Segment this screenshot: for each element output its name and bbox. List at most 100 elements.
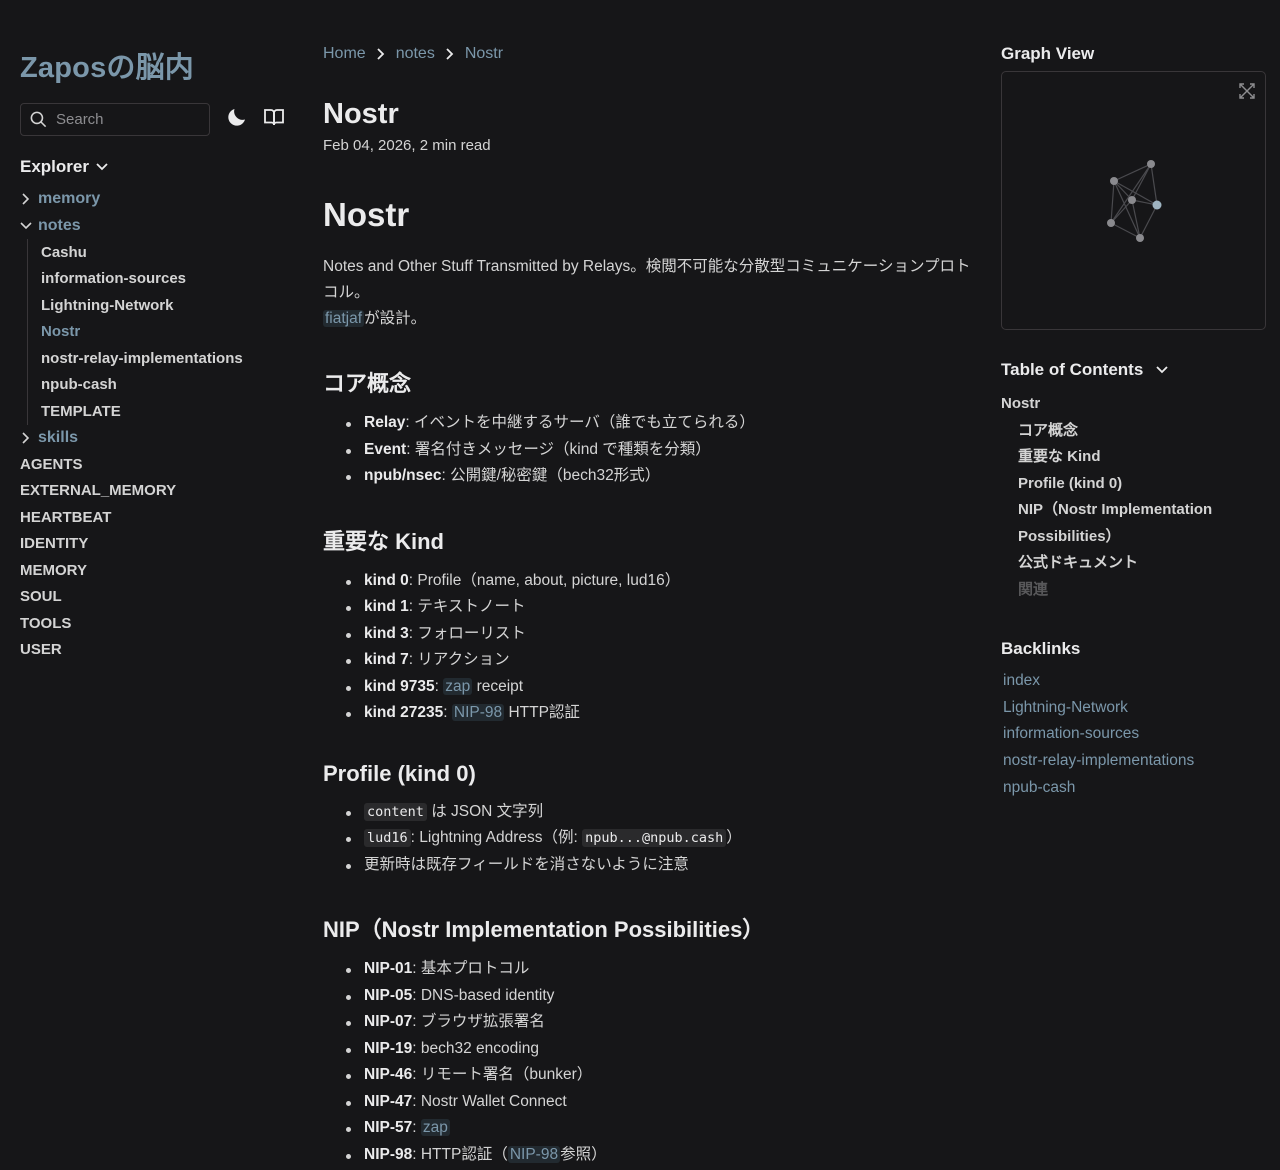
breadcrumb-notes[interactable]: notes [396,45,435,63]
item-text: は JSON 文字列 [426,802,544,820]
list-item: Event: 署名付きメッセージ（kind で種類を分類） [323,437,973,464]
article-heading: Nostr [323,196,410,233]
expand-icon[interactable] [1237,81,1257,101]
item-term: Event [364,440,407,458]
item-term: NIP-05 [364,986,413,1004]
item-term: kind 7 [364,651,409,668]
site-title[interactable]: Zaposの脳内 [20,44,194,86]
file-information-sources[interactable]: information-sources [41,266,290,293]
toc-item[interactable]: Profile (kind 0) [1001,471,1251,498]
backlink-item[interactable]: Lightning-Network [1003,695,1194,722]
list-item: NIP-05: DNS-based identity [323,983,973,1010]
item-text: : 署名付きメッセージ（kind で種類を分類） [406,440,711,458]
code-content: content [364,802,427,821]
toc-item[interactable]: コア概念 [1001,418,1251,445]
fiatjaf-link[interactable]: fiatjaf [323,310,365,327]
nip-98-link[interactable]: NIP-98 [507,1145,561,1163]
toc-item[interactable]: 公式ドキュメント [1001,550,1251,577]
backlinks-list: index Lightning-Network information-sour… [1003,668,1194,802]
graph-node [1147,160,1155,168]
item-text: : [434,677,444,695]
file-npub-cash[interactable]: npub-cash [41,372,290,399]
file-soul[interactable]: SOUL [20,584,290,611]
file-external-memory[interactable]: EXTERNAL_MEMORY [20,478,290,505]
file-user[interactable]: USER [20,637,290,664]
intro-suffix: が設計。 [364,310,427,327]
list-item: NIP-46: リモート署名（bunker） [323,1062,973,1089]
toc-item[interactable]: 重要な Kind [1001,444,1251,471]
page-meta: Feb 04, 2026, 2 min read [323,137,491,154]
file-template[interactable]: TEMPLATE [41,398,290,425]
moon-icon[interactable] [225,105,249,129]
section-kind-heading: 重要な Kind [323,528,444,554]
backlinks-title: Backlinks [1001,639,1081,658]
toc-toggle[interactable]: Table of Contents [1001,360,1169,380]
toc-item[interactable]: NIP（Nostr Implementation Possibilities） [1001,497,1251,550]
zap-link[interactable]: zap [420,1119,450,1136]
folder-memory[interactable]: memory [20,186,290,213]
list-item: Relay: イベントを中継するサーバ（誰でも立てられる） [323,410,973,437]
file-nostr-relay-implementations[interactable]: nostr-relay-implementations [41,345,290,372]
graph-view[interactable] [1001,71,1266,330]
breadcrumb-current[interactable]: Nostr [465,45,503,63]
kind-list: kind 0: Profile（name, about, picture, lu… [323,568,973,727]
file-memory[interactable]: MEMORY [20,557,290,584]
graph-node-current [1152,200,1162,210]
search-button[interactable]: Search [20,103,210,136]
file-agents[interactable]: AGENTS [20,451,290,478]
item-term: kind 3 [364,624,409,642]
backlink-item[interactable]: npub-cash [1003,775,1194,802]
chevron-right-icon [446,48,454,60]
backlink-item[interactable]: index [1003,668,1194,695]
item-term: kind 9735 [364,677,435,695]
page-title: Nostr [323,98,399,130]
folder-label: notes [38,216,81,234]
file-cashu[interactable]: Cashu [41,239,290,266]
nip-98-link[interactable]: NIP-98 [451,704,505,721]
list-item: NIP-07: ブラウザ拡張署名 [323,1009,973,1036]
breadcrumb-home[interactable]: Home [323,45,366,63]
item-text: ） [726,829,742,846]
file-tools[interactable]: TOOLS [20,610,290,637]
item-text: : Nostr Wallet Connect [412,1092,567,1110]
file-heartbeat[interactable]: HEARTBEAT [20,504,290,531]
item-term: kind 27235 [364,704,444,721]
item-text: : HTTP認証（ [412,1145,508,1163]
item-term: Relay [364,414,406,431]
item-term: NIP-98 [364,1145,413,1163]
item-text: HTTP認証 [504,704,580,721]
book-icon[interactable] [262,105,286,129]
graph-node [1107,219,1115,227]
item-text: : リアクション [408,651,510,668]
list-item: 更新時は既存フィールドを消さないように注意 [323,852,973,879]
item-text: : 基本プロトコル [412,960,530,977]
toc-item[interactable]: Nostr [1001,391,1251,418]
item-text: : [443,704,452,721]
file-identity[interactable]: IDENTITY [20,531,290,558]
graph-node [1128,196,1136,204]
article-intro: Notes and Other Stuff Transmitted by Rel… [323,254,973,332]
folder-notes[interactable]: notes [20,213,290,240]
file-nostr[interactable]: Nostr [41,319,290,346]
explorer-title: Explorer [20,157,89,176]
item-text: : [412,1119,421,1136]
folder-skills[interactable]: skills [20,425,290,452]
list-item: NIP-98: HTTP認証（ NIP-98 参照） [323,1142,973,1169]
item-term: NIP-19 [364,1039,413,1057]
graph-node [1110,177,1118,185]
list-item: kind 7: リアクション [323,647,973,674]
backlink-item[interactable]: nostr-relay-implementations [1003,748,1194,775]
core-list: Relay: イベントを中継するサーバ（誰でも立てられる） Event: 署名付… [323,410,973,490]
graph-canvas[interactable] [1002,72,1265,329]
list-item: content は JSON 文字列 [323,799,973,826]
list-item: NIP-01: 基本プロトコル [323,956,973,983]
file-lightning-network[interactable]: Lightning-Network [41,292,290,319]
explorer-toggle[interactable]: Explorer [20,157,109,177]
profile-list: content は JSON 文字列 lud16: Lightning Addr… [323,799,973,879]
toc-item[interactable]: 関連 [1001,577,1251,604]
backlink-item[interactable]: information-sources [1003,721,1194,748]
notes-children: Cashu information-sources Lightning-Netw… [27,239,290,425]
explorer-tree: memory notes Cashu information-sources L… [20,186,290,663]
zap-link[interactable]: zap [443,677,473,695]
list-item: kind 3: フォローリスト [323,621,973,648]
